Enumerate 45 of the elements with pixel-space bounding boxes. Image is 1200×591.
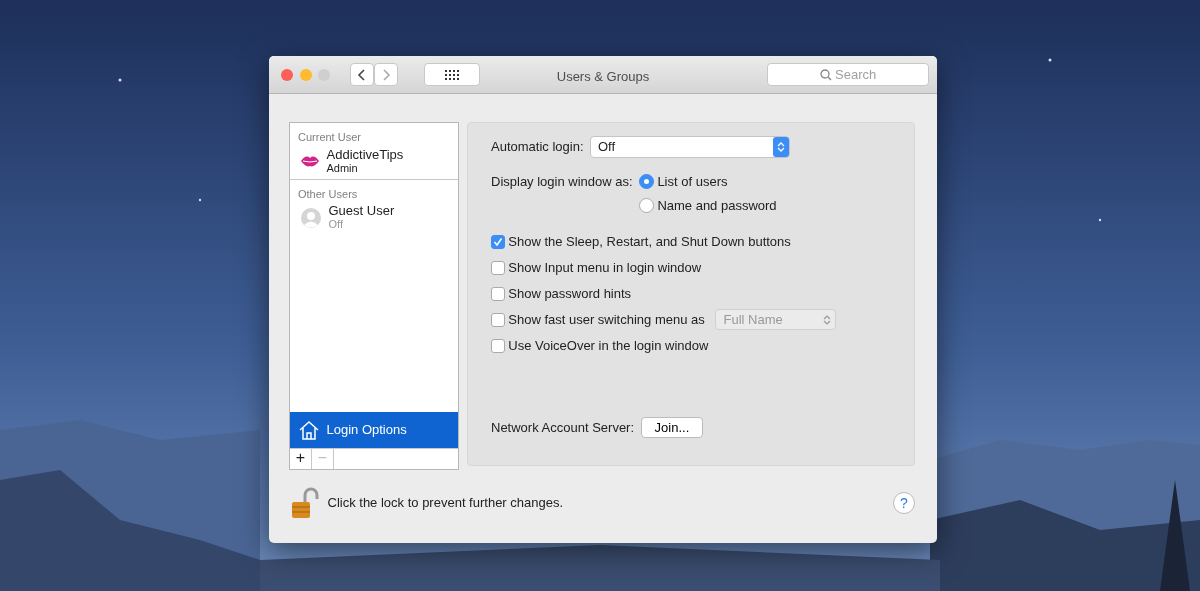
option-label: List of users [657, 173, 728, 191]
option-label: Name and password [657, 196, 777, 215]
option-label: Show Input menu in login window [508, 258, 702, 277]
checkbox[interactable] [491, 234, 505, 249]
stepper-icon [773, 137, 789, 157]
forward-button[interactable] [373, 63, 398, 86]
grid-icon [444, 69, 459, 80]
avatar-icon [300, 206, 322, 229]
field-label: Network Account Server: [491, 418, 635, 437]
checkbox[interactable] [491, 338, 505, 353]
stepper-icon [823, 313, 832, 326]
option-label: Show fast user switching menu as [508, 310, 705, 329]
user-role: Admin [326, 161, 358, 175]
field-label: Automatic login: [491, 138, 584, 157]
search-icon [819, 68, 832, 81]
section-heading: Current User [297, 130, 362, 145]
user-name: AddictiveTips [326, 147, 404, 162]
field-label: Display login window as: [491, 173, 633, 191]
user-role: Off [328, 218, 344, 231]
back-button[interactable] [349, 63, 374, 86]
checkbox[interactable] [491, 260, 505, 275]
close-button[interactable] [281, 68, 293, 81]
automatic-login-select[interactable]: Off [590, 136, 790, 158]
option-label: Show password hints [508, 284, 632, 303]
house-icon [298, 419, 320, 441]
option-label: Show the Sleep, Restart, and Shut Down buttons [508, 232, 791, 251]
radio-button[interactable] [639, 174, 655, 190]
option-label: Use VoiceOver in the login window [508, 336, 709, 355]
user-item[interactable]: AddictiveTips Admin [290, 147, 458, 179]
login-options-item[interactable]: Login Options [290, 412, 458, 448]
join-button[interactable]: Join... [640, 417, 704, 438]
user-item[interactable]: Guest User Off [290, 204, 458, 235]
lips-icon [300, 154, 320, 168]
checkbox[interactable] [491, 286, 505, 301]
section-heading: Other Users [297, 186, 359, 202]
window-title: Users & Groups [556, 69, 650, 84]
lock-icon[interactable] [289, 486, 321, 520]
radio-button[interactable] [639, 197, 655, 213]
minimize-button[interactable] [299, 68, 312, 81]
help-button[interactable]: ? [893, 492, 915, 514]
checkbox[interactable] [491, 312, 505, 327]
user-name: Guest User [328, 204, 395, 218]
show-all-button[interactable] [423, 63, 480, 86]
search-placeholder: Search [835, 65, 877, 84]
lock-message: Click the lock to prevent further changes. [327, 494, 564, 513]
